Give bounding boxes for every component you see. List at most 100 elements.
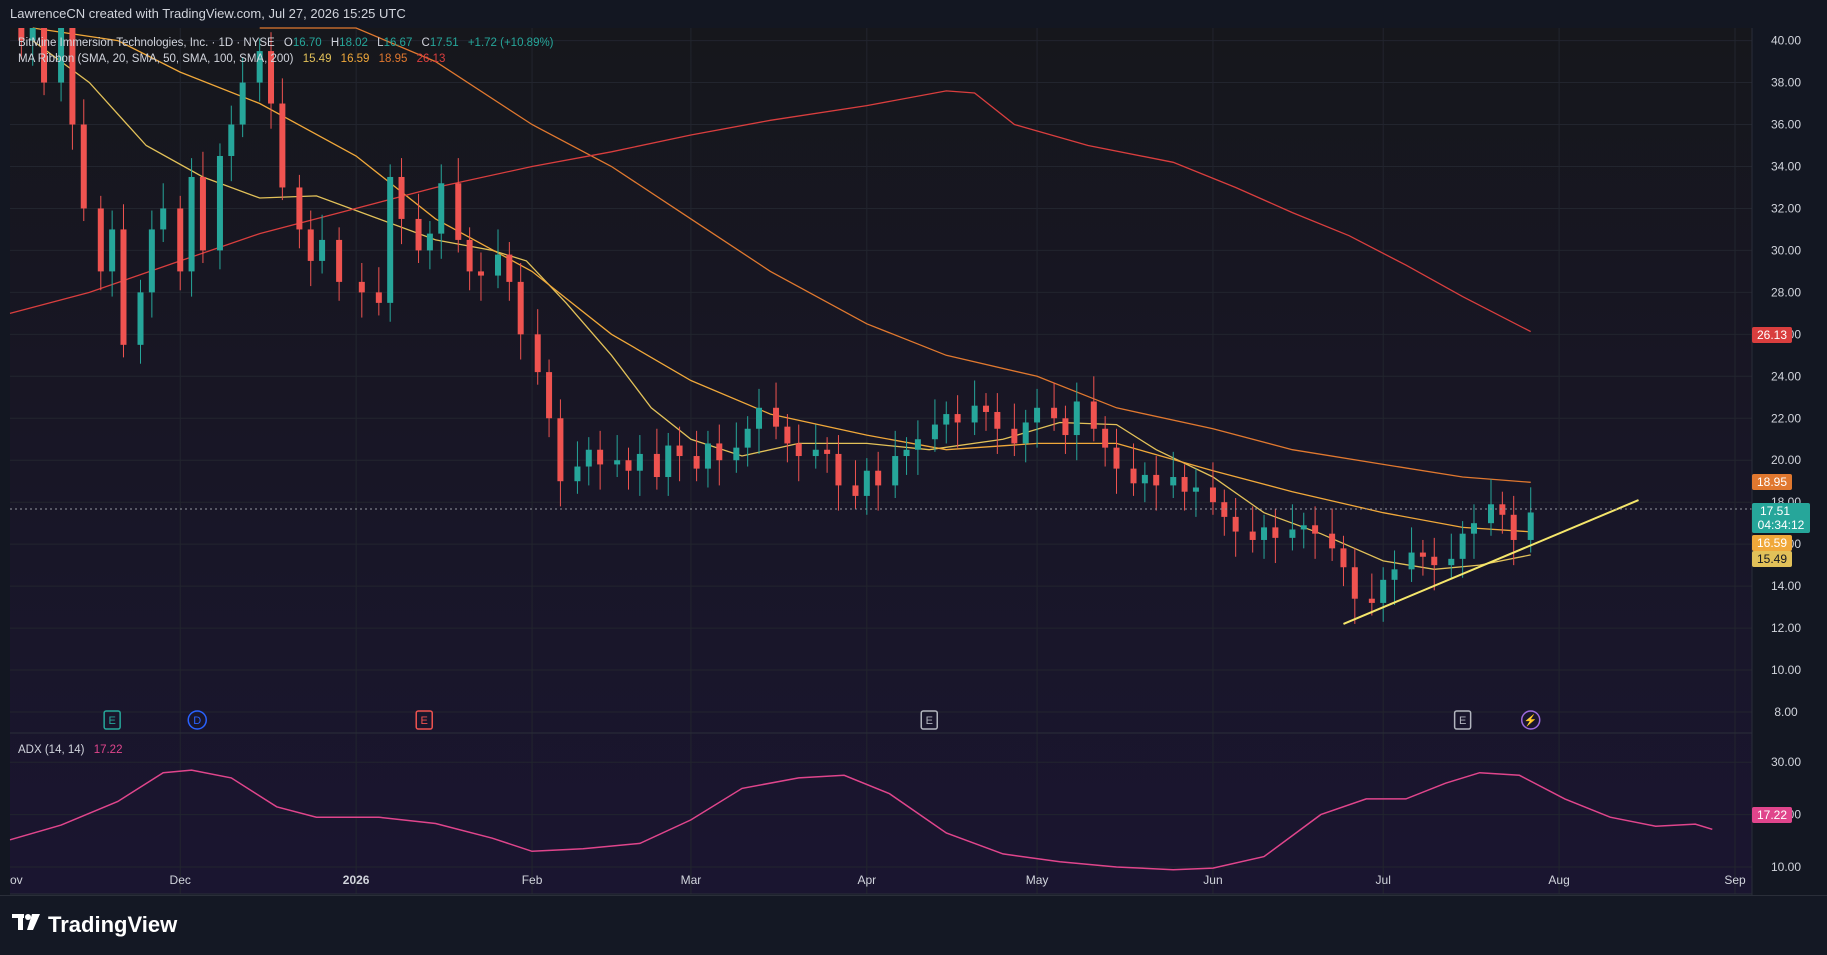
candle-body (1011, 428, 1018, 444)
bar-countdown-text: 04:34:12 (1758, 518, 1805, 532)
time-tick-label: May (1026, 873, 1049, 887)
time-tick-label: Sep (1724, 873, 1746, 887)
candle-body (903, 449, 910, 457)
candle-body (665, 445, 672, 478)
candle-body (1051, 407, 1058, 419)
candle-body (1113, 447, 1120, 469)
adx-value-badge: 17.22 (1752, 807, 1792, 823)
candle-body (1312, 525, 1319, 534)
candle-body (914, 439, 921, 450)
time-tick-label: ov (10, 873, 23, 887)
ma200-price-badge: 26.13 (1752, 327, 1792, 343)
legend-high: 18.02 (339, 37, 368, 49)
candle-body (307, 229, 314, 261)
candle-body (1130, 468, 1137, 484)
adx-tick-label: 10.00 (1771, 860, 1801, 874)
candle-body (228, 124, 235, 156)
candle-body (1209, 487, 1216, 503)
candle-body (466, 239, 473, 272)
event-label: E (1459, 715, 1466, 727)
candle-body (1368, 598, 1375, 603)
tradingview-brand: TradingView (48, 912, 178, 937)
candle-body (477, 271, 484, 276)
plot-background (10, 28, 1752, 894)
candle-body (1448, 558, 1455, 566)
candle-body (835, 453, 842, 486)
price-tick-label: 20.00 (1771, 453, 1801, 467)
candle-body (336, 239, 343, 282)
svg-text:ADX (14, 14) 17.22: ADX (14, 14) 17.22 (18, 744, 122, 756)
candle-body (1272, 527, 1279, 538)
candle-body (954, 414, 961, 423)
candle-body (795, 443, 802, 457)
candle-body (438, 183, 445, 234)
ma200-badge-text: 26.13 (1757, 328, 1787, 342)
price-tick-label: 40.00 (1771, 34, 1801, 48)
ma50-price-badge: 16.59 (1752, 535, 1792, 551)
candle-body (506, 254, 513, 282)
price-chart[interactable]: 8.0010.0012.0014.0016.0018.0020.0022.002… (0, 0, 1827, 895)
time-tick-label: Feb (522, 873, 543, 887)
candle-body (517, 281, 524, 335)
candle-body (625, 460, 632, 471)
candle-body (733, 447, 740, 461)
candle-body (398, 176, 405, 219)
ma20-price-badge: 15.49 (1752, 551, 1792, 567)
candle-body (120, 229, 127, 345)
candle-body (676, 445, 683, 457)
price-axis[interactable]: 8.0010.0012.0014.0016.0018.0020.0022.002… (1771, 34, 1801, 719)
ma20-badge-text: 15.49 (1757, 552, 1787, 566)
adx-legend[interactable]: ADX (14, 14) 17.22 (18, 744, 122, 756)
candle-body (1261, 527, 1268, 540)
candle-body (892, 456, 899, 486)
candle-body (1408, 552, 1415, 570)
candle-body (931, 424, 938, 440)
time-tick-label: 2026 (343, 873, 370, 887)
time-tick-label: Dec (170, 873, 191, 887)
time-tick-label: Aug (1548, 873, 1569, 887)
time-tick-label: Jul (1376, 873, 1391, 887)
candle-body (1300, 525, 1307, 530)
legend-low: 16.67 (384, 37, 413, 49)
candle-body (1419, 552, 1426, 557)
price-tick-label: 24.00 (1771, 369, 1801, 383)
price-tick-label: 22.00 (1771, 411, 1801, 425)
event-label: ⚡ (1524, 714, 1538, 727)
candle-body (653, 453, 660, 478)
price-tick-label: 32.00 (1771, 201, 1801, 215)
candle-body (148, 229, 155, 293)
candle-body (1022, 422, 1029, 444)
candle-body (279, 103, 286, 188)
ma-ribbon-label: MA Ribbon (SMA, 20, SMA, 50, SMA, 100, S… (18, 53, 294, 65)
adx-label: ADX (14, 14) (18, 744, 85, 756)
candle-body (971, 405, 978, 423)
candle-body (426, 233, 433, 251)
candle-body (494, 254, 501, 276)
price-tick-label: 10.00 (1771, 663, 1801, 677)
candle-body (1380, 579, 1387, 603)
candle-body (982, 405, 989, 412)
price-tick-label: 8.00 (1774, 705, 1798, 719)
candle-body (1329, 533, 1336, 549)
candle-body (1459, 533, 1466, 559)
candle-body (1153, 474, 1160, 486)
price-tick-label: 28.00 (1771, 285, 1801, 299)
candle-body (415, 218, 422, 251)
candle-body (863, 470, 870, 496)
price-tick-label: 34.00 (1771, 159, 1801, 173)
candle-body (534, 334, 541, 373)
tradingview-logo[interactable]: TradingView (12, 912, 177, 938)
candle-body (319, 239, 326, 261)
candle-body (716, 443, 723, 461)
ma100-badge-text: 18.95 (1757, 475, 1787, 489)
adx-value: 17.22 (94, 744, 123, 756)
event-label: E (108, 715, 115, 727)
candle-body (875, 470, 882, 486)
candle-body (1141, 474, 1148, 484)
legend-symbol: BitMine Immersion Technologies, Inc. · 1… (18, 37, 275, 49)
adx-tick-label: 30.00 (1771, 755, 1801, 769)
ma20-value: 15.49 (303, 53, 332, 65)
candle-body (1181, 477, 1188, 492)
candle-body (852, 485, 859, 496)
candle-body (784, 426, 791, 444)
